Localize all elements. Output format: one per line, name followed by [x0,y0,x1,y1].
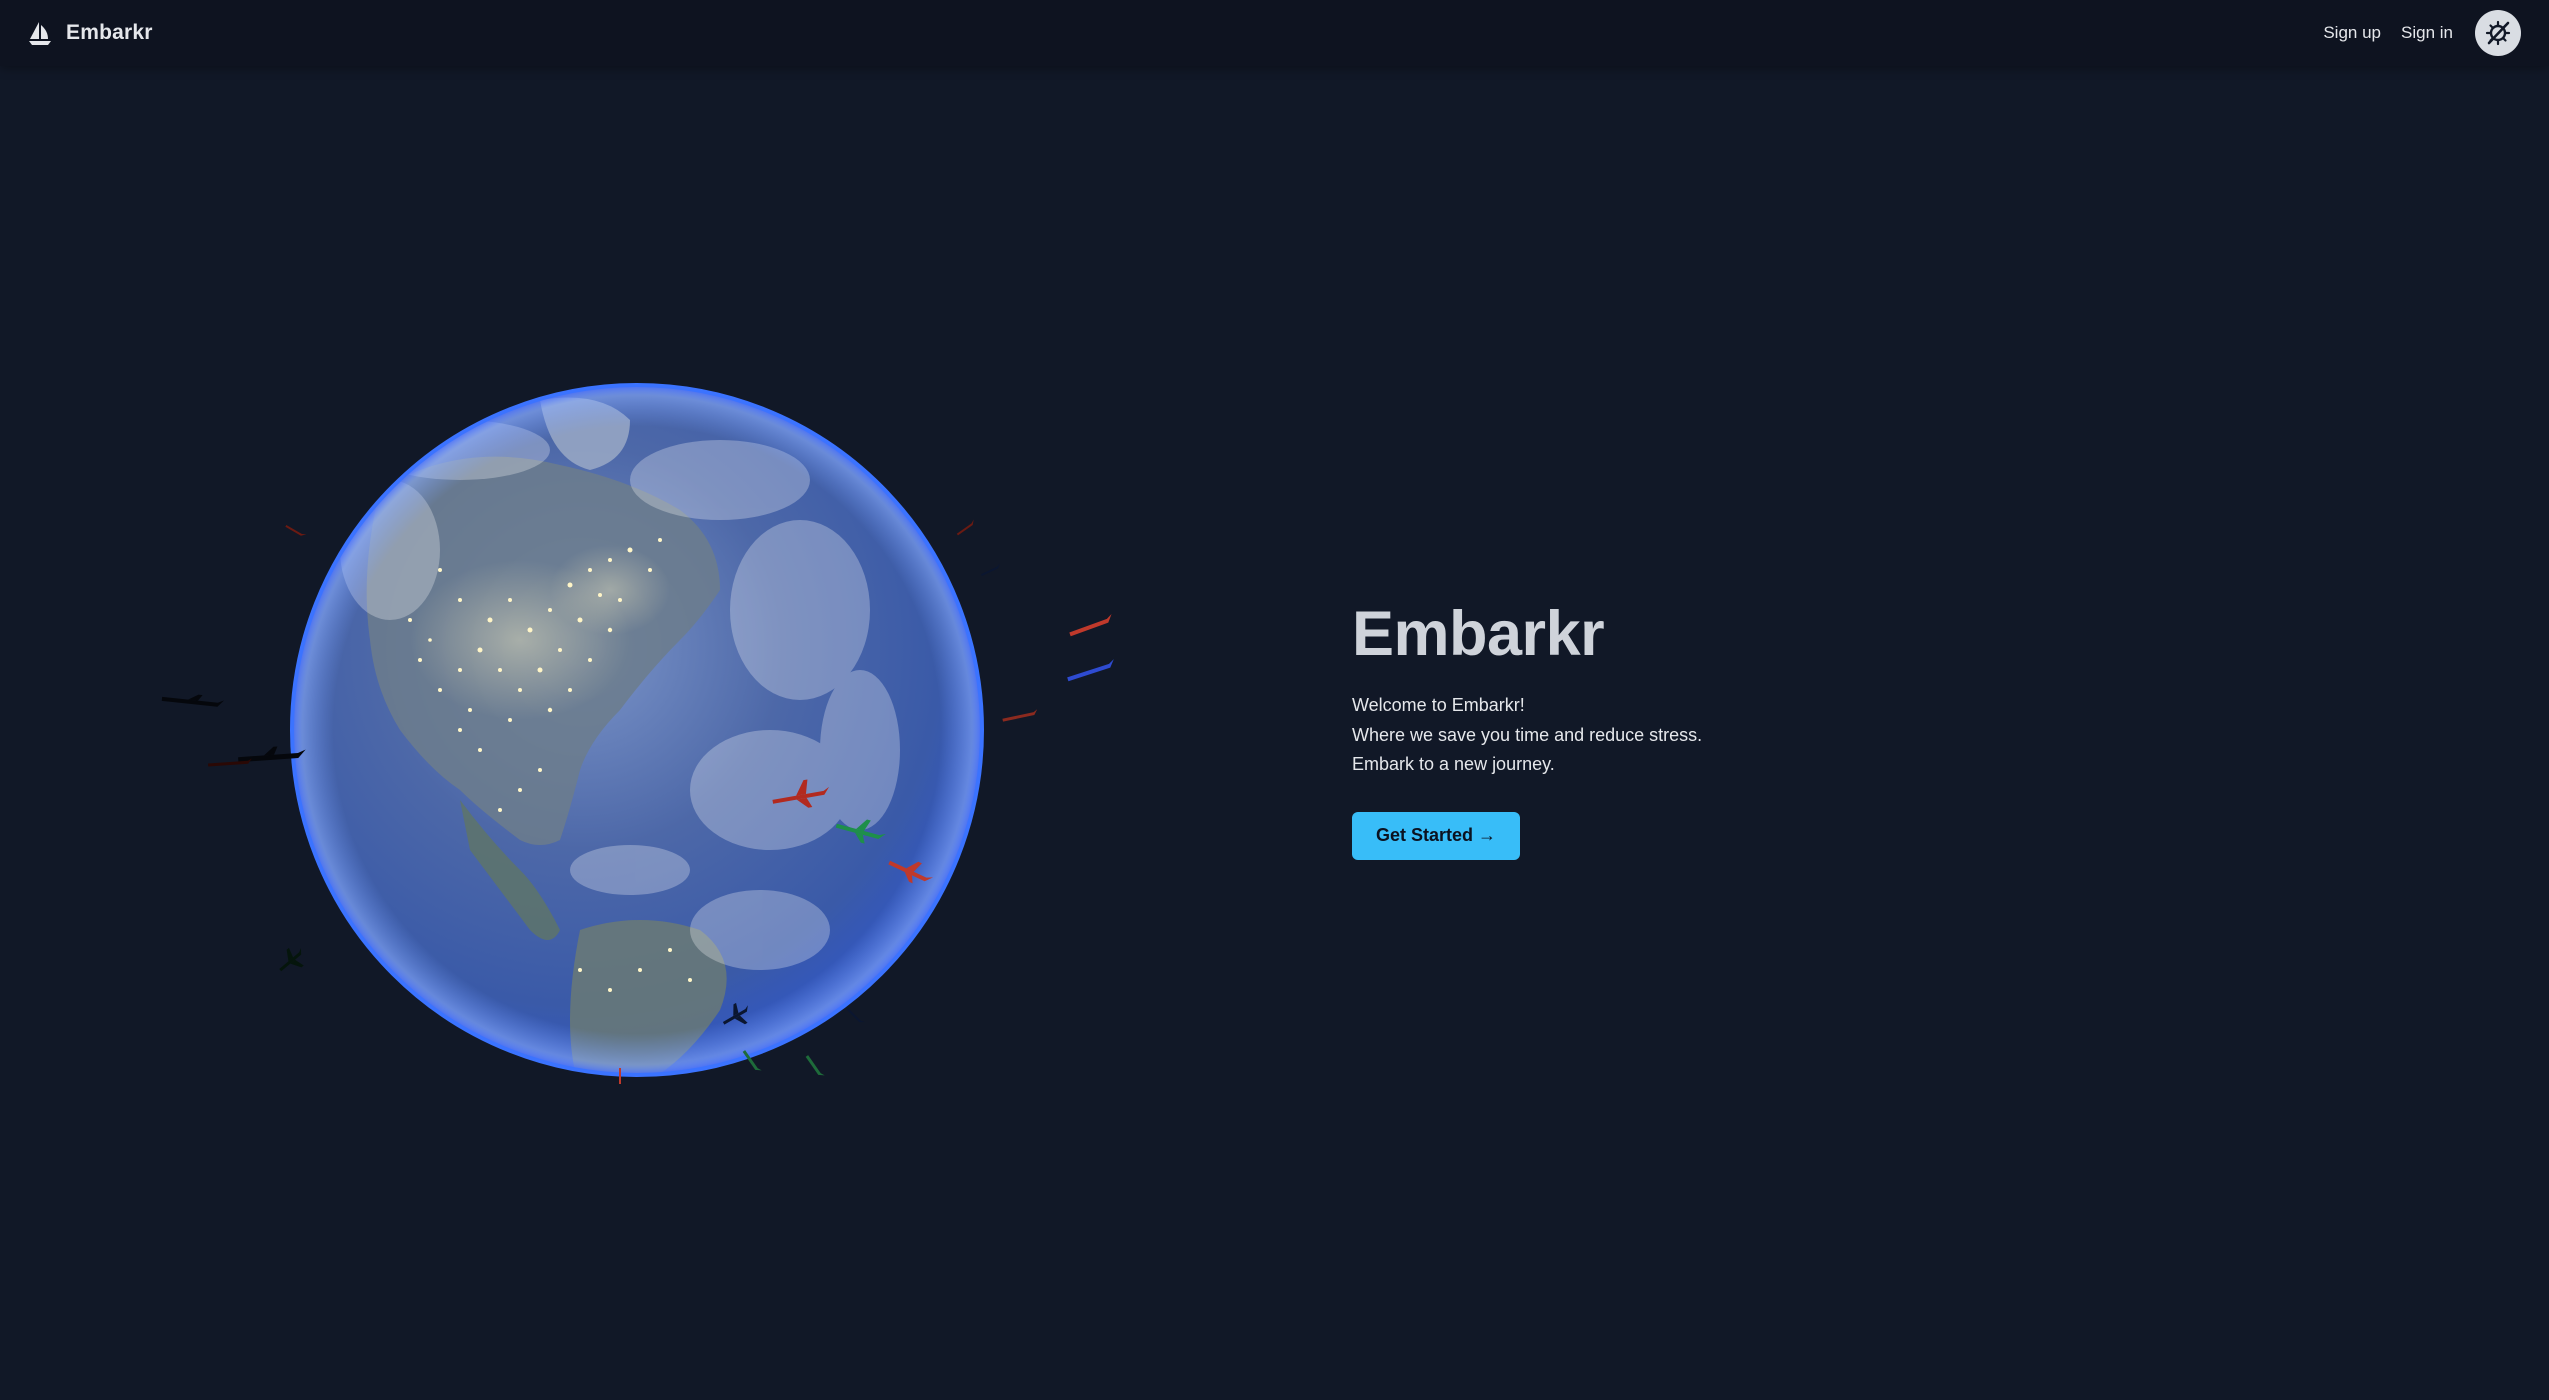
airplane-icon [285,525,307,536]
airplane-icon [1067,659,1114,682]
hero-description: Welcome to Embarkr! Where we save you ti… [1352,691,2052,780]
hero-line-tagline: Where we save you time and reduce stress… [1352,724,1703,745]
hero-section: Embarkr Welcome to Embarkr! Where we sav… [1352,599,2052,860]
airplane-icon [846,1007,865,1023]
sailboat-icon [29,22,51,45]
signup-link[interactable]: Sign up [2323,23,2381,43]
earth-globe-with-airplanes [161,383,1114,1084]
airplane-icon [1002,709,1038,722]
airplane-icon [279,947,304,972]
top-navbar: Embarkr Sign up Sign in [0,0,2549,66]
hero-line-welcome: Welcome to Embarkr! [1352,695,1525,716]
globe-atmosphere [292,385,982,1075]
brand-logo-link[interactable]: Embarkr [26,19,153,47]
airplane-icon [980,563,1001,577]
airplane-icon [161,694,225,707]
airplane-icon [805,1055,825,1076]
hero-line-journey: Embark to a new journey. [1352,754,1555,775]
get-started-button[interactable]: Get Started → [1352,811,1520,860]
signin-link[interactable]: Sign in [2401,23,2453,43]
nav-actions: Sign up Sign in [2323,10,2521,56]
airplane-icon [1069,613,1112,637]
theme-toggle-button[interactable] [2475,10,2521,56]
airplane-icon [956,519,974,536]
brand-name: Embarkr [66,21,153,44]
hero-title: Embarkr [1352,599,1605,669]
earth-globe[interactable] [160,370,1140,1090]
theme-toggle-icon [2485,20,2511,46]
airplane-icon [619,1068,621,1084]
